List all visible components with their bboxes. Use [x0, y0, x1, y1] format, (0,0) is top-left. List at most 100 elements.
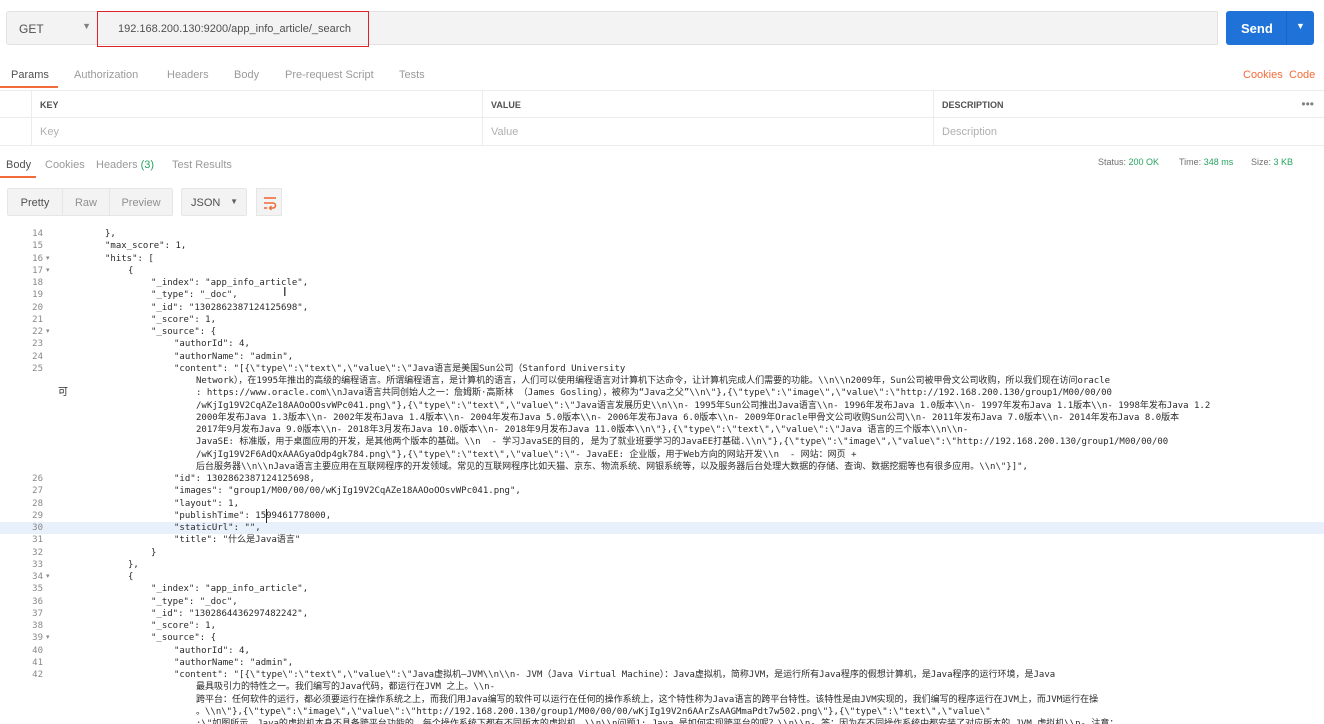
response-toolbar: Pretty Raw Preview JSON ▼	[0, 188, 1324, 218]
tab-pre-request-script[interactable]: Pre-request Script	[285, 69, 374, 81]
code-link[interactable]: Code	[1289, 69, 1315, 81]
param-key-input[interactable]: Key	[31, 118, 482, 146]
code-text: }	[151, 547, 157, 558]
tab-tests[interactable]: Tests	[399, 69, 425, 81]
line-number: 24	[32, 351, 43, 362]
code-text: "authorName": "admin",	[174, 657, 294, 668]
code-text: 后台服务器\\n\\nJava语言主要应用在互联网程序的开发领域。常见的互联网程…	[196, 461, 1028, 472]
code-text: 跨平台：任何软件的运行，都必须要运行在操作系统之上，而我们用Java编写的软件可…	[196, 694, 1099, 705]
method-select[interactable]: GET ▼	[6, 11, 98, 45]
line-number: 39	[32, 633, 43, 644]
line-number: 21	[32, 314, 43, 325]
fold-toggle-icon[interactable]: ▾	[46, 253, 50, 265]
line-number: 35	[32, 584, 43, 595]
code-line: 20 "_id": "1302862387124125698",	[0, 302, 1324, 314]
code-text: "layout": 1,	[174, 498, 240, 509]
param-value-input[interactable]: Value	[482, 118, 933, 146]
request-tabs: Params Authorization Headers Body Pre-re…	[0, 62, 1324, 88]
raw-button[interactable]: Raw	[62, 188, 110, 216]
code-text: "authorId": 4,	[174, 339, 250, 350]
line-number: 15	[32, 241, 43, 252]
line-number: 40	[32, 645, 43, 656]
request-bar: GET ▼ 192.168.200.130:9200/app_info_arti…	[0, 0, 1324, 58]
fold-toggle-icon[interactable]: ▾	[46, 571, 50, 583]
code-line: 最具吸引力的特性之一。我们编写的Java代码，都运行在JVM 之上。\\n-	[0, 681, 1324, 693]
code-text: "_source": {	[151, 327, 217, 337]
code-line: 21 "_score": 1,	[0, 314, 1324, 326]
code-text: "staticUrl": "",	[174, 523, 261, 533]
response-tab-test-results[interactable]: Test Results	[172, 159, 232, 171]
code-text: "_type": "_doc",	[151, 290, 238, 301]
status-value: 200 OK	[1128, 157, 1160, 167]
code-text: 2017年9月发布Java 9.0版本\\n- 2018年3月发布Java 10…	[196, 425, 969, 435]
code-text: },	[128, 559, 139, 570]
fold-toggle-icon[interactable]: ▾	[46, 265, 50, 277]
code-line: 跨平台：任何软件的运行，都必须要运行在操作系统之上，而我们用Java编写的软件可…	[0, 694, 1324, 706]
params-row-checkbox[interactable]	[0, 118, 31, 146]
text-cursor-icon: Ι	[283, 284, 287, 299]
method-label: GET	[19, 22, 44, 36]
tab-body[interactable]: Body	[234, 69, 259, 81]
code-text: "content": "[{\"type\":\"text\",\"value\…	[174, 363, 626, 374]
code-text: },	[105, 229, 116, 239]
line-number: 33	[32, 559, 43, 570]
line-number: 19	[32, 290, 43, 301]
fold-toggle-icon[interactable]: ▾	[46, 326, 50, 338]
code-text: "images": "group1/M00/00/00/wKjIg19V2CqA…	[174, 486, 521, 497]
fold-toggle-icon[interactable]: ▾	[46, 632, 50, 644]
format-select[interactable]: JSON ▼	[181, 188, 247, 216]
code-text: /wKjIg19V2F6AdQxAAAGyaOdp4gk784.png\"},{…	[196, 449, 857, 460]
tab-headers[interactable]: Headers	[167, 69, 209, 81]
code-text: Network），在1995年推出的高级的编程语言。所谓编程语言，是计算机的语言…	[196, 376, 1111, 386]
code-text: 。\\n\"},{\"type\":\"image\",\"value\":\"…	[196, 706, 991, 717]
code-line: 30 "staticUrl": "",	[0, 522, 1324, 534]
code-text: {	[128, 265, 134, 276]
status-indicator: Status: 200 OK	[1098, 157, 1160, 167]
param-description-input[interactable]: Description	[933, 118, 1324, 146]
code-line: 29 "publishTime": 1599461778000,	[0, 510, 1324, 522]
code-text: "publishTime": 1599461778000,	[174, 510, 332, 521]
code-text: /wKjIg19V2CqAZe18AAOoOOsvWPc041.png\"},{…	[196, 400, 1211, 411]
response-body-viewer[interactable]: 14}, 15 "max_score": 1, 16 ▾ "hits": [17 ▾{18 "…	[0, 225, 1324, 724]
preview-button[interactable]: Preview	[109, 188, 173, 216]
cookies-link[interactable]: Cookies	[1243, 69, 1283, 81]
size-indicator: Size: 3 KB	[1251, 157, 1294, 167]
code-line: 34 ▾ {	[0, 571, 1324, 583]
send-button[interactable]: Send ▼	[1226, 11, 1314, 45]
code-line: 2000年发布Java 1.3版本\\n- 2002年发布Java 1.4版本\…	[0, 412, 1324, 424]
code-text: "_score": 1,	[151, 621, 217, 631]
line-number: 28	[32, 498, 43, 509]
tab-params[interactable]: Params	[11, 69, 49, 81]
time-value: 348 ms	[1203, 157, 1234, 167]
code-line: 23 "authorId": 4,	[0, 338, 1324, 350]
response-tab-cookies[interactable]: Cookies	[45, 159, 85, 171]
pretty-button[interactable]: Pretty	[7, 188, 63, 216]
params-table: KEY VALUE DESCRIPTION ••• Key Value Desc…	[0, 90, 1324, 146]
description-column-header: DESCRIPTION •••	[933, 91, 1324, 119]
code-line: 2017年9月发布Java 9.0版本\\n- 2018年3月发布Java 10…	[0, 424, 1324, 436]
send-options-caret-icon[interactable]: ▼	[1296, 21, 1305, 31]
code-line: 24 "authorName": "admin",	[0, 351, 1324, 363]
line-number: 30	[32, 523, 43, 533]
response-tabs: Body Cookies Headers (3) Test Results St…	[0, 152, 1324, 178]
code-line: : https://www.oracle.com\\nJava语言共同创始人之一…	[0, 387, 1324, 399]
code-text: "hits": [	[105, 253, 154, 264]
code-text: 最具吸引力的特性之一。我们编写的Java代码，都运行在JVM 之上。\\n-	[196, 682, 496, 693]
line-number: 20	[32, 302, 43, 313]
code-text: "max_score": 1,	[105, 241, 187, 252]
line-number: 14	[32, 229, 43, 239]
code-line: 25 "content": "[{\"type\":\"text\",\"valu…	[0, 363, 1324, 375]
code-text: "authorName": "admin",	[174, 351, 294, 362]
wrap-lines-button[interactable]	[256, 188, 282, 216]
response-tab-headers[interactable]: Headers (3)	[96, 159, 154, 171]
code-line: Network），在1995年推出的高级的编程语言。所谓编程语言，是计算机的语言…	[0, 375, 1324, 387]
code-line: 26 "id": 1302862387124125698,	[0, 473, 1324, 485]
code-text: "_id": "1302864436297482242",	[151, 608, 309, 619]
line-number: 25	[32, 363, 43, 374]
response-active-tab-indicator	[0, 176, 36, 178]
more-options-icon[interactable]: •••	[1301, 97, 1314, 111]
response-tab-body[interactable]: Body	[6, 159, 31, 171]
tab-authorization[interactable]: Authorization	[74, 69, 138, 81]
code-text: : https://www.oracle.com\\nJava语言共同创始人之一…	[196, 388, 1112, 399]
code-line: 35 "_index": "app_info_article",	[0, 583, 1324, 595]
